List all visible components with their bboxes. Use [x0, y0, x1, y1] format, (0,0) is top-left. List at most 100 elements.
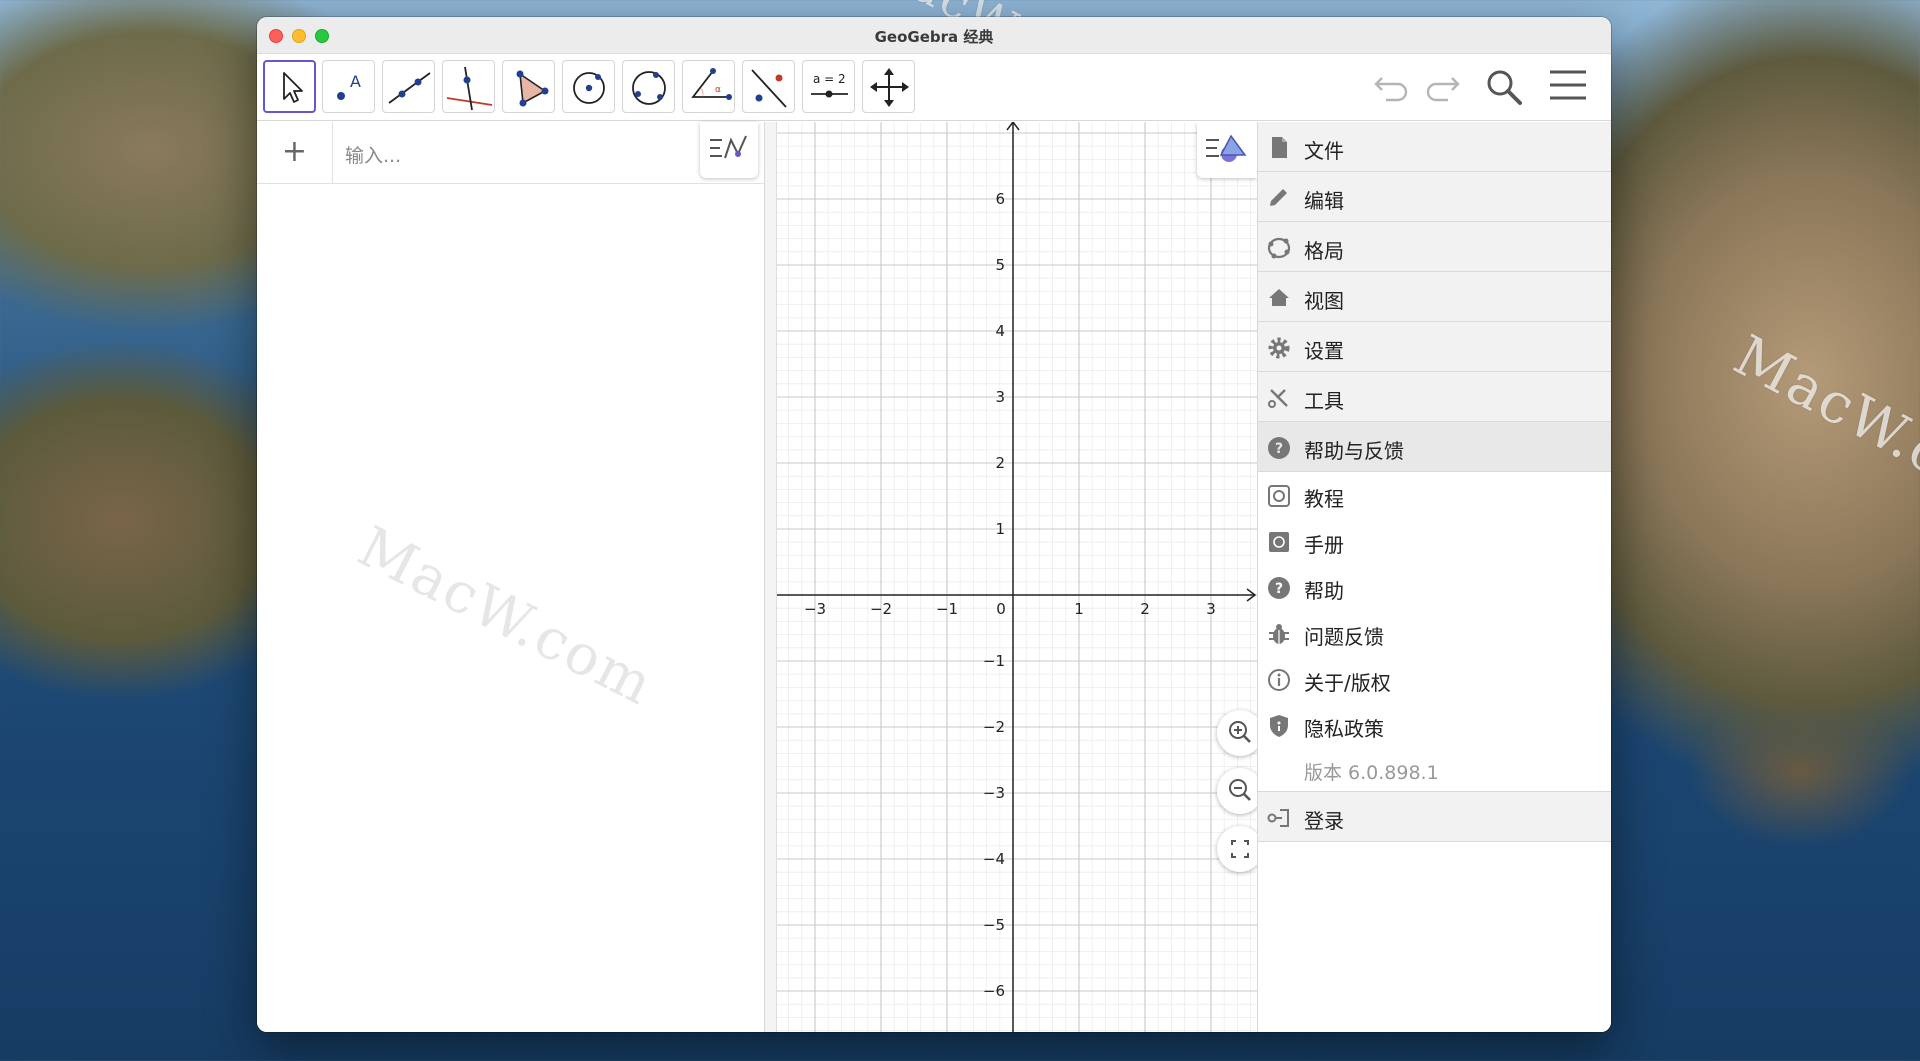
graphics-style-icon: [1206, 134, 1247, 162]
y-tick-label: 4: [995, 322, 1005, 340]
menu-subitem-label: 隐私政策: [1304, 717, 1384, 741]
y-tick-label: −2: [983, 718, 1005, 736]
menu-item-label: 登录: [1304, 809, 1344, 833]
point-tool-button[interactable]: A: [322, 60, 375, 113]
menu-item-settings[interactable]: 设置: [1258, 322, 1611, 372]
geogebra-window: GeoGebra 经典 A α a = 2 + 输入... MacW.com −…: [257, 17, 1611, 1032]
shield-icon: [1270, 715, 1288, 737]
y-tick-label: −6: [983, 982, 1005, 1000]
coordinate-grid: −3 −2 −1 0 1 2 3 6 5 4 3 2 1 −1 −2 −3 −4 −5 −6: [777, 122, 1257, 1032]
point-icon: A: [337, 72, 361, 100]
angle-icon: α: [691, 68, 732, 100]
x-tick-label: 3: [1206, 600, 1216, 618]
menu-item-label: 格局: [1304, 239, 1344, 263]
menu-subitem-label: 手册: [1304, 533, 1344, 557]
pencil-icon: [1270, 189, 1287, 206]
algebra-input-row: + 输入...: [257, 122, 764, 184]
circle-three-points-tool-button[interactable]: [622, 60, 675, 113]
y-tick-label: 2: [995, 454, 1005, 472]
menu-subitem-privacy[interactable]: 隐私政策: [1258, 702, 1611, 748]
help-icon: ?: [1268, 437, 1290, 459]
menu-subitem-report-bug[interactable]: 问题反馈: [1258, 610, 1611, 656]
watermark-right: MacW.com: [1723, 323, 1920, 532]
title-bar: GeoGebra 经典: [257, 17, 1611, 54]
x-tick-label: −3: [804, 600, 826, 618]
svg-text:?: ?: [1275, 581, 1283, 597]
view-divider[interactable]: [765, 122, 777, 1032]
algebra-style-icon: [710, 135, 747, 159]
undo-icon[interactable]: [1372, 68, 1412, 104]
menu-subitem-manual[interactable]: 手册: [1258, 518, 1611, 564]
menu-item-view[interactable]: 视图: [1258, 272, 1611, 322]
fullscreen-button[interactable]: [1217, 826, 1257, 872]
add-item-button[interactable]: +: [257, 122, 333, 184]
y-tick-label: −1: [983, 652, 1005, 670]
polygon-tool-button[interactable]: [502, 60, 555, 113]
toolbar: A α a = 2: [257, 54, 1611, 121]
x-tick-label: −2: [870, 600, 892, 618]
circle-center-tool-button[interactable]: [562, 60, 615, 113]
graphics-view[interactable]: −3 −2 −1 0 1 2 3 6 5 4 3 2 1 −1 −2 −3 −4 −5 −6: [777, 122, 1257, 1032]
move-arrows-icon: [870, 68, 909, 107]
perpendicular-tool-button[interactable]: [442, 60, 495, 113]
redo-icon[interactable]: [1422, 68, 1462, 104]
menu-subitem-label: 关于/版权: [1304, 671, 1391, 695]
algebra-input-field[interactable]: 输入...: [345, 141, 401, 168]
menu-subitem-about[interactable]: 关于/版权: [1258, 656, 1611, 702]
x-tick-label: 2: [1140, 600, 1150, 618]
perpendicular-line-icon: [446, 66, 493, 111]
algebra-style-bar-button[interactable]: [700, 122, 758, 178]
main-menu: 文件 编辑 格局 视图 设置 工具 ? 帮助与反馈 教程 手册 ? 帮助 问题反…: [1257, 122, 1611, 1032]
y-tick-label: −3: [983, 784, 1005, 802]
menu-item-label: 视图: [1304, 289, 1344, 313]
angle-tool-button[interactable]: α: [682, 60, 735, 113]
x-axis-tick-labels: −3 −2 −1 0 1 2 3: [804, 600, 1216, 618]
slider-icon: a = 2: [811, 72, 848, 98]
file-icon: [1272, 137, 1287, 158]
menu-item-edit[interactable]: 编辑: [1258, 172, 1611, 222]
menu-item-help-feedback[interactable]: ? 帮助与反馈: [1258, 422, 1611, 472]
graphics-style-bar-button[interactable]: [1197, 122, 1257, 178]
watermark-algebra: MacW.com: [347, 514, 665, 719]
algebra-view: + 输入... MacW.com: [257, 122, 765, 1032]
menu-item-label: 文件: [1304, 139, 1344, 163]
fullscreen-icon: [1231, 840, 1249, 858]
zoom-out-button[interactable]: [1217, 768, 1257, 814]
menu-item-file[interactable]: 文件: [1258, 122, 1611, 172]
signin-icon: [1267, 809, 1289, 827]
y-tick-label: −5: [983, 916, 1005, 934]
polygon-icon: [516, 70, 549, 107]
menu-subitem-label: 问题反馈: [1304, 625, 1384, 649]
menu-subitem-label: 教程: [1304, 487, 1344, 511]
menu-subitem-tutorials[interactable]: 教程: [1258, 472, 1611, 518]
help-circle-icon: ?: [1268, 577, 1290, 599]
menu-item-label: 帮助与反馈: [1304, 439, 1404, 463]
zoom-in-icon: [1229, 721, 1251, 743]
gear-icon: [1268, 337, 1290, 359]
y-tick-label: −4: [983, 850, 1005, 868]
y-tick-label: 1: [995, 520, 1005, 538]
move-tool-button[interactable]: [263, 60, 316, 113]
zoom-in-button[interactable]: [1217, 710, 1257, 756]
search-icon[interactable]: [1484, 68, 1526, 108]
version-label: 版本 6.0.898.1: [1304, 762, 1439, 784]
x-tick-label: 0: [996, 600, 1006, 618]
reflect-tool-button[interactable]: [742, 60, 795, 113]
menu-subitem-help[interactable]: ? 帮助: [1258, 564, 1611, 610]
tutorial-icon: [1268, 485, 1290, 507]
hamburger-menu-icon[interactable]: [1548, 68, 1588, 104]
menu-item-signin[interactable]: 登录: [1258, 792, 1611, 842]
home-icon: [1269, 289, 1289, 306]
arrow-cursor-icon: [283, 72, 303, 103]
slider-tool-button[interactable]: a = 2: [802, 60, 855, 113]
move-graphics-view-tool-button[interactable]: [862, 60, 915, 113]
reflect-about-line-icon: [751, 69, 787, 108]
menu-item-tools[interactable]: 工具: [1258, 372, 1611, 422]
svg-text:α: α: [715, 85, 721, 95]
menu-item-label: 设置: [1304, 339, 1344, 363]
menu-item-label: 编辑: [1304, 189, 1344, 213]
x-tick-label: 1: [1074, 600, 1084, 618]
menu-item-perspectives[interactable]: 格局: [1258, 222, 1611, 272]
svg-text:a = 2: a = 2: [813, 72, 846, 86]
line-tool-button[interactable]: [382, 60, 435, 113]
